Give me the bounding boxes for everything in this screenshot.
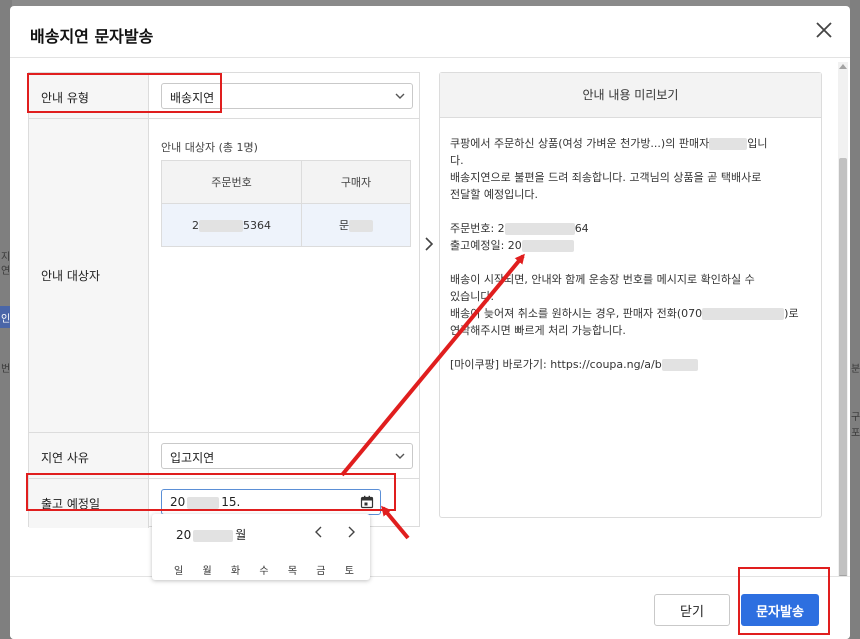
type-row: 안내 유형 배송지연: [29, 73, 419, 119]
chevron-down-icon: [395, 453, 405, 459]
scroll-thumb[interactable]: [839, 158, 847, 578]
date-label: 출고 예정일: [41, 497, 101, 511]
preview-order-number: 주문번호: 2 64: [450, 222, 589, 235]
target-row: 안내 대상자 안내 대상자 (총 1명) 주문번호 구매자 2 5364 문: [29, 119, 419, 433]
calendar-icon[interactable]: [360, 495, 374, 509]
reason-row: 지연 사유 입고지연: [29, 433, 419, 479]
target-label: 안내 대상자: [41, 269, 101, 283]
chevron-down-icon: [395, 93, 405, 99]
close-button[interactable]: 닫기: [654, 594, 730, 626]
target-count-title: 안내 대상자 (총 1명): [161, 141, 258, 154]
send-sms-button[interactable]: 문자발송: [741, 594, 819, 626]
preview-message: 쿠팡에서 주문하신 상품(여성 가벼운 천가방...)의 판매자 입니 다. 배송…: [450, 135, 810, 373]
background-text: 구: [851, 412, 860, 423]
chevron-right-icon[interactable]: [344, 524, 358, 540]
scroll-up-icon[interactable]: [839, 64, 847, 69]
form-panel: 안내 유형 배송지연 안내 대상자 안내 대상자 (총 1명) 주문번호 구매자…: [28, 72, 420, 528]
modal-title: 배송지연 문자발송: [30, 27, 154, 46]
preview-link: [마이쿠팡] 바로가기: https://coupa.ng/a/b: [450, 356, 810, 373]
column-header-buyer: 구매자: [301, 160, 411, 204]
calendar-weekdays: 일월화수목금토: [174, 566, 354, 577]
calendar-popup: 20 월 일월화수목금토: [152, 514, 370, 580]
sms-modal: 배송지연 문자발송 안내 유형 배송지연 안내 대상자 안내 대상자 (총 1명…: [10, 6, 850, 639]
background-text: 포: [851, 428, 860, 439]
modal-scrollbar[interactable]: [838, 62, 848, 582]
modal-footer: 닫기 문자발송: [10, 576, 850, 639]
background-text: 지: [1, 252, 11, 263]
background-text: 분: [851, 364, 860, 375]
target-table: 주문번호 구매자 2 5364 문: [161, 160, 411, 247]
chevron-right-icon: [425, 237, 434, 251]
preview-panel: 안내 내용 미리보기 쿠팡에서 주문하신 상품(여성 가벼운 천가방...)의 …: [439, 72, 822, 518]
ship-date-input[interactable]: 20 15.: [161, 489, 381, 515]
type-select[interactable]: 배송지연: [161, 83, 413, 109]
chevron-left-icon[interactable]: [312, 524, 326, 540]
calendar-month-label: 20 월: [176, 528, 247, 542]
buyer-cell: 문: [301, 203, 411, 247]
order-number-cell: 2 5364: [161, 203, 302, 247]
reason-label: 지연 사유: [41, 451, 89, 465]
modal-header: 배송지연 문자발송: [10, 6, 850, 58]
preview-title: 안내 내용 미리보기: [440, 73, 821, 118]
background-text: 연: [1, 266, 11, 277]
preview-ship-date: 출고예정일: 20: [450, 237, 810, 254]
background-right-edge: 분 구 포: [850, 0, 860, 639]
table-row[interactable]: 2 5364 문: [161, 203, 411, 247]
type-select-value: 배송지연: [170, 91, 215, 105]
reason-select[interactable]: 입고지연: [161, 443, 413, 469]
close-icon[interactable]: [814, 20, 834, 40]
reason-select-value: 입고지연: [170, 451, 215, 465]
column-header-order: 주문번호: [161, 160, 302, 204]
type-label: 안내 유형: [41, 91, 89, 105]
ship-date-value: 20 15.: [170, 495, 241, 509]
background-text: 번: [1, 364, 11, 375]
